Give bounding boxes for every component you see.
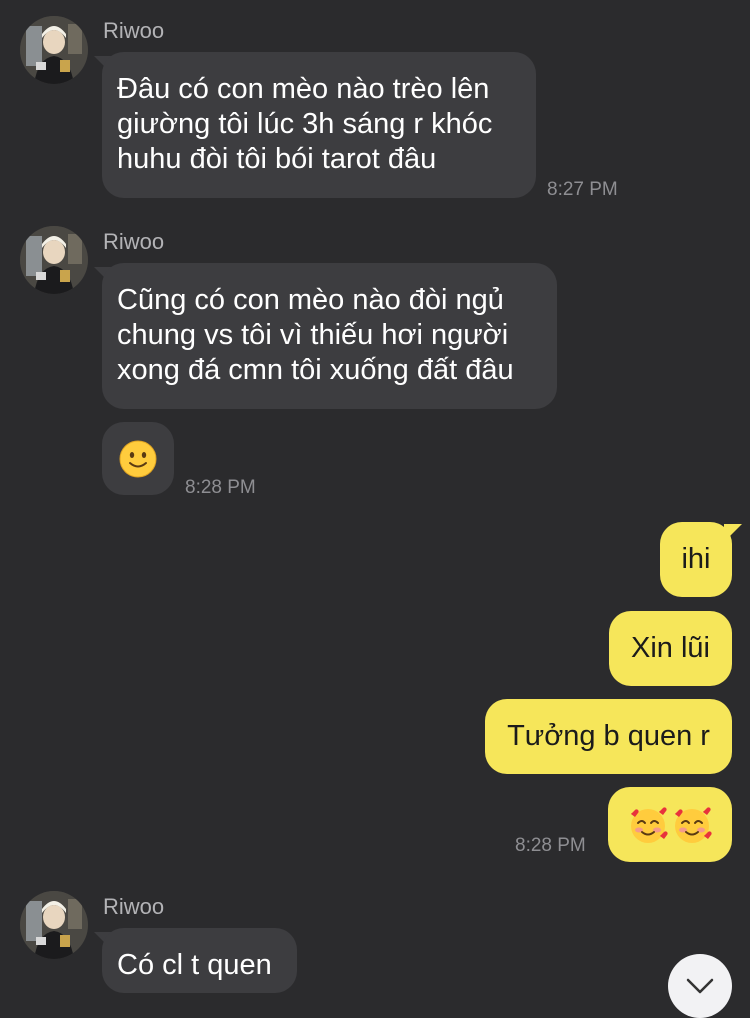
sent-emoji-bubble[interactable] — [608, 787, 732, 862]
avatar-photo — [20, 891, 88, 959]
message-bubble[interactable]: Đâu có con mèo nào trèo lên giường tôi l… — [102, 52, 536, 198]
message-time: 8:28 PM — [185, 477, 256, 498]
sent-message-bubble[interactable]: ihi — [660, 522, 732, 597]
avatar-photo — [20, 226, 88, 294]
message-line: huhu đòi tôi bói tarot đâu — [117, 143, 437, 175]
scroll-to-bottom-button[interactable] — [668, 954, 732, 1018]
chevron-down-icon — [686, 978, 714, 994]
sender-name: Riwoo — [103, 894, 165, 919]
message-time: 8:27 PM — [547, 179, 618, 200]
smiling-face-with-hearts-icon — [631, 806, 668, 843]
sent-message-bubble[interactable]: Tưởng b quen r — [485, 699, 732, 774]
slightly-smiling-face-icon — [119, 440, 157, 477]
message-line: Đâu có con mèo nào trèo lên — [117, 73, 490, 105]
message-bubble[interactable]: Có cl t quen — [102, 928, 297, 993]
sent-message-bubble[interactable]: Xin lũi — [609, 611, 732, 686]
message-bubble[interactable]: Cũng có con mèo nào đòi ngủ chung vs tôi… — [102, 263, 557, 409]
message-line: chung vs tôi vì thiếu hơi người — [117, 319, 509, 351]
sender-name: Riwoo — [103, 229, 165, 254]
message-text: Tưởng b quen r — [507, 720, 710, 752]
message-time: 8:28 PM — [515, 835, 586, 856]
message-line: Cũng có con mèo nào đòi ngủ — [117, 284, 504, 316]
message-text: Có cl t quen — [117, 949, 272, 981]
smiling-face-with-hearts-icon — [675, 806, 712, 843]
emoji-bubble[interactable] — [102, 422, 174, 495]
avatar[interactable] — [20, 16, 88, 84]
message-line: giường tôi lúc 3h sáng r khóc — [117, 108, 493, 140]
message-text: ihi — [681, 543, 711, 575]
avatar-photo — [20, 16, 88, 84]
sender-name: Riwoo — [103, 18, 165, 43]
message-text: Xin lũi — [631, 632, 710, 664]
message-line: xong đá cmn tôi xuống đất đâu — [117, 354, 514, 386]
avatar[interactable] — [20, 891, 88, 959]
avatar[interactable] — [20, 226, 88, 294]
